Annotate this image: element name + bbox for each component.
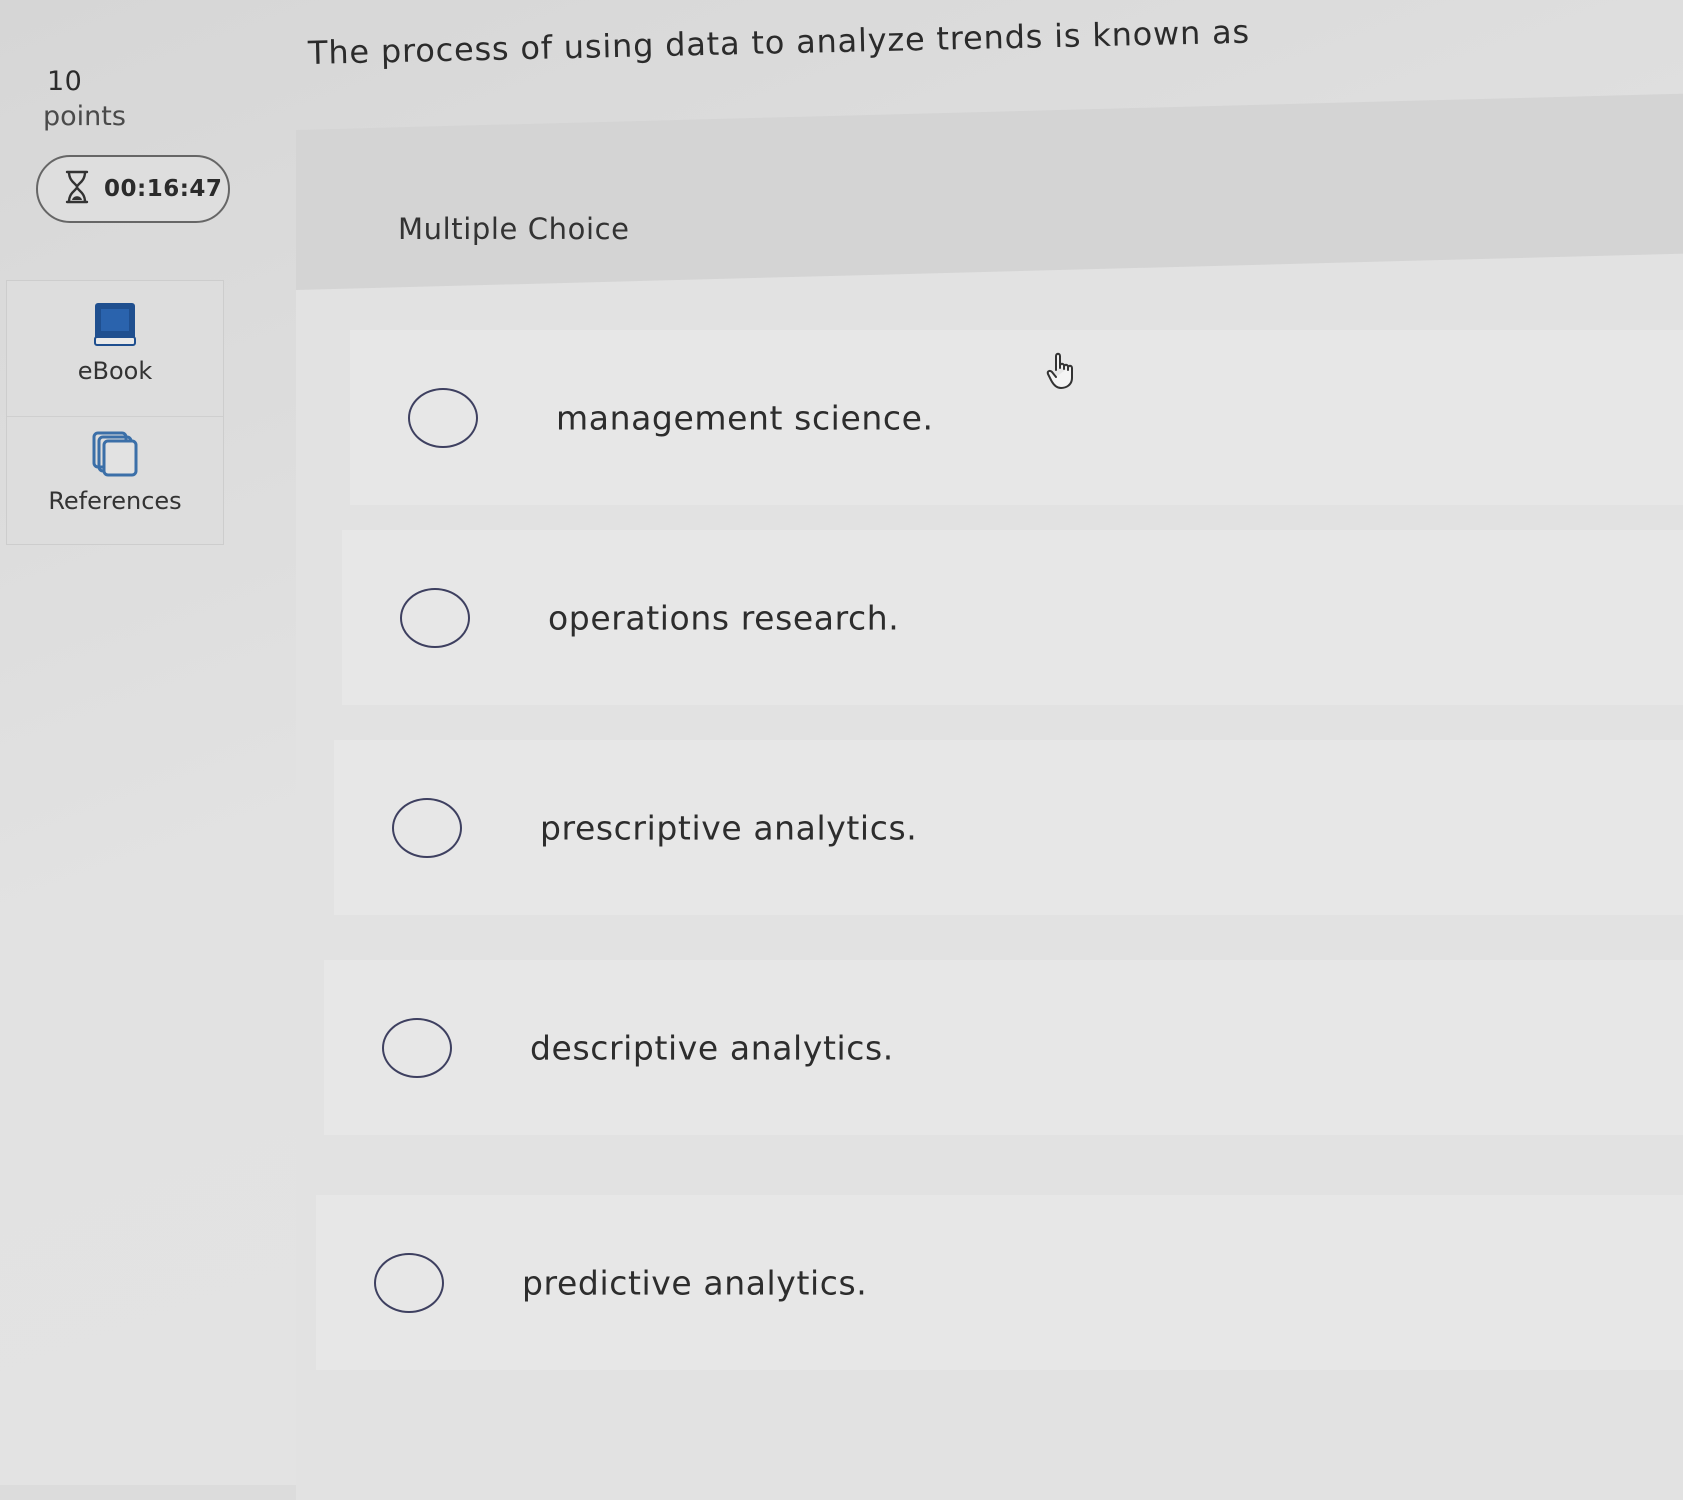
choice-option-3[interactable]: prescriptive analytics. [334, 740, 1683, 915]
hand-cursor-icon [1046, 350, 1086, 392]
timer[interactable]: 00:16:47 [36, 155, 230, 223]
hourglass-icon [64, 170, 90, 208]
radio-button[interactable] [374, 1252, 444, 1313]
references-icon [92, 431, 138, 481]
timer-value: 00:16:47 [104, 176, 223, 202]
choice-option-5[interactable]: predictive analytics. [316, 1195, 1683, 1370]
points-value: 10 [47, 66, 83, 97]
radio-button[interactable] [400, 587, 470, 648]
radio-button[interactable] [382, 1017, 452, 1078]
choice-label: prescriptive analytics. [540, 808, 918, 847]
choice-label: operations research. [548, 598, 900, 637]
choice-option-2[interactable]: operations research. [342, 530, 1683, 705]
choice-option-1[interactable]: management science. [350, 330, 1683, 505]
question-type-label: Multiple Choice [398, 212, 630, 246]
ebook-button[interactable]: eBook [7, 301, 223, 417]
choice-option-4[interactable]: descriptive analytics. [324, 960, 1683, 1135]
book-icon [93, 301, 137, 351]
radio-button[interactable] [392, 797, 462, 858]
references-button[interactable]: References [7, 431, 223, 541]
radio-button[interactable] [408, 387, 478, 448]
choice-label: management science. [556, 398, 934, 437]
choice-label: descriptive analytics. [530, 1028, 894, 1067]
choice-label: predictive analytics. [522, 1263, 868, 1302]
tools-panel: eBook References [6, 280, 224, 545]
points-label: points [43, 101, 126, 132]
ebook-label: eBook [77, 357, 153, 385]
references-label: References [48, 487, 182, 515]
